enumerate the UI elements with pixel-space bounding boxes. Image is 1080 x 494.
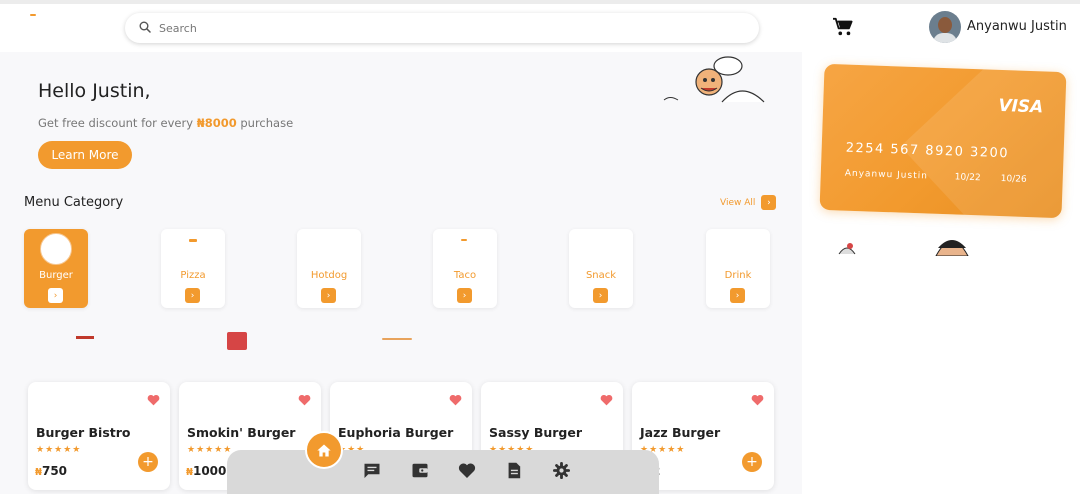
product-card[interactable]: Burger Bistro ★★★★★ ₦750 + — [28, 382, 170, 490]
heart-icon[interactable] — [298, 394, 311, 406]
category-taco[interactable]: Taco › — [433, 229, 497, 308]
category-label: Drink — [724, 270, 752, 281]
avatar[interactable] — [929, 11, 961, 43]
category-label: Taco — [453, 270, 477, 281]
burger-image — [40, 233, 72, 265]
category-label: Snack — [585, 270, 617, 281]
heart-icon[interactable] — [449, 394, 462, 406]
loading-image — [838, 243, 856, 255]
product-name: Sassy Burger — [489, 425, 582, 440]
star-rating: ★★★★★ — [36, 445, 82, 455]
product-name: Jazz Burger — [640, 425, 721, 440]
bottom-nav — [227, 450, 659, 494]
wallet-icon[interactable] — [411, 462, 429, 479]
view-all-link[interactable]: View All › — [720, 195, 777, 210]
category-burger[interactable]: Burger › — [24, 229, 88, 308]
search-input[interactable] — [159, 19, 719, 37]
currency-symbol: ₦ — [35, 467, 42, 478]
taco-image — [461, 239, 467, 241]
chevron-right-icon[interactable]: › — [730, 288, 745, 303]
category-label: Hotdog — [310, 270, 348, 281]
card-expiry: 10/22 — [954, 172, 981, 184]
receipt-icon[interactable] — [506, 462, 522, 479]
product-price: ₦750 — [35, 464, 67, 478]
product-name: Burger Bistro — [36, 425, 131, 440]
chevron-right-icon[interactable]: › — [457, 288, 472, 303]
heart-icon[interactable] — [600, 394, 613, 406]
home-icon[interactable] — [305, 431, 343, 469]
logo — [30, 14, 36, 16]
add-to-cart-button[interactable]: + — [742, 452, 762, 472]
category-snack[interactable]: Snack › — [569, 229, 633, 308]
chevron-right-icon[interactable]: › — [185, 288, 200, 303]
heart-icon[interactable] — [147, 394, 160, 406]
currency-symbol: ₦ — [186, 467, 193, 478]
cart-icon[interactable] — [832, 17, 854, 37]
search-bar[interactable] — [125, 13, 759, 43]
heart-icon[interactable] — [458, 462, 476, 479]
card-holder: Anyanwu Justin — [844, 168, 929, 182]
view-all-label: View All — [720, 197, 756, 208]
user-name[interactable]: Anyanwu Justin — [967, 19, 1067, 34]
price-value: 750 — [41, 464, 68, 478]
main-content: Hello Justin, Get free discount for ever… — [0, 52, 802, 494]
pizza-image — [189, 239, 197, 242]
menu-category-title: Menu Category — [24, 195, 124, 210]
loading-image — [76, 336, 94, 339]
category-pizza[interactable]: Pizza › — [161, 229, 225, 308]
loading-image — [935, 240, 969, 256]
promo-prefix: Get free discount for every — [38, 116, 197, 130]
payment-card[interactable]: VISA 2254 567 8920 3200 Anyanwu Justin 1… — [819, 63, 1067, 219]
chef-illustration — [663, 56, 765, 103]
right-panel: VISA 2254 567 8920 3200 Anyanwu Justin 1… — [802, 52, 1080, 494]
chevron-right-icon[interactable]: › — [593, 288, 608, 303]
greeting: Hello Justin, — [38, 80, 151, 102]
category-label: Pizza — [180, 270, 206, 281]
heart-icon[interactable] — [751, 394, 764, 406]
product-price: ₦1000 — [186, 464, 226, 478]
chevron-right-icon[interactable]: › — [321, 288, 336, 303]
loading-image — [227, 332, 247, 350]
promo-suffix: purchase — [236, 116, 294, 130]
promo-text: Get free discount for every ₦8000 purcha… — [38, 116, 293, 130]
promo-amount: ₦8000 — [196, 116, 237, 130]
category-drink[interactable]: Drink › — [706, 229, 770, 308]
price-value: 1000 — [192, 464, 227, 478]
product-name: Euphoria Burger — [338, 425, 454, 440]
product-name: Smokin' Burger — [187, 425, 296, 440]
chevron-right-icon[interactable]: › — [48, 288, 63, 303]
top-bar: Anyanwu Justin — [0, 0, 1080, 52]
card-brand: VISA — [998, 95, 1044, 118]
star-rating: ★★★★★ — [187, 445, 233, 455]
chat-icon[interactable] — [363, 462, 381, 479]
card-date: 10/26 — [1000, 174, 1027, 185]
add-to-cart-button[interactable]: + — [138, 452, 158, 472]
chevron-right-icon[interactable]: › — [761, 195, 777, 210]
category-label: Burger — [39, 270, 73, 281]
learn-more-button[interactable]: Learn More — [38, 141, 132, 169]
category-hotdog[interactable]: Hotdog › — [297, 229, 361, 308]
gear-icon[interactable] — [553, 462, 570, 479]
loading-image — [382, 338, 412, 340]
search-icon — [139, 21, 151, 33]
